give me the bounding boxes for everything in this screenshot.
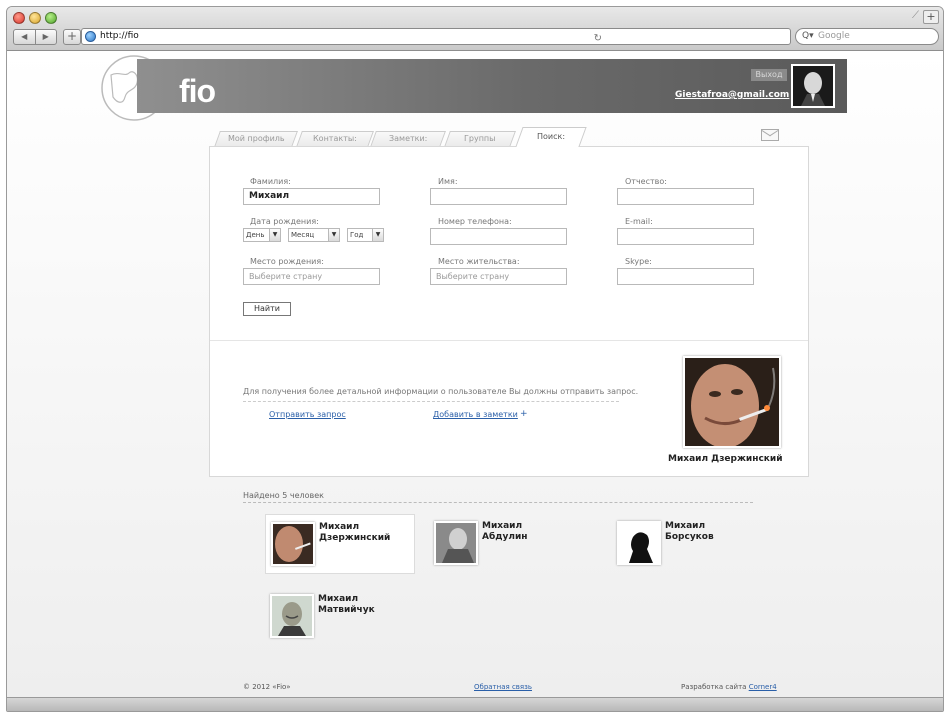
result-name: Михаил Дзержинский <box>319 522 391 543</box>
url-text: http://fio <box>100 31 139 41</box>
site-header: fio Выход Giestafroa@gmail.com <box>137 59 847 113</box>
back-button[interactable]: ◀ <box>14 30 36 44</box>
browser-window: ⟋ + ◀ ▶ + http://fio ↻ Q▾ Google fio Вых… <box>6 6 944 712</box>
avatar-image <box>793 66 833 106</box>
name-input[interactable] <box>430 188 567 205</box>
globe-icon <box>85 31 96 42</box>
page-viewport: fio Выход Giestafroa@gmail.com Мой профи… <box>7 51 943 699</box>
selected-person-name: Михаил Дзержинский <box>668 454 783 464</box>
tab-notes[interactable]: Заметки: <box>370 131 446 147</box>
panel-divider <box>210 340 808 341</box>
search-icon: Q▾ <box>802 31 814 41</box>
close-window-button[interactable] <box>13 12 25 24</box>
chevron-down-icon: ▼ <box>328 229 339 241</box>
zoom-window-button[interactable] <box>45 12 57 24</box>
request-info-text: Для получения более детальной информации… <box>243 387 639 396</box>
birthdate-label: Дата рождения: <box>250 217 319 226</box>
send-request-link[interactable]: Отправить запрос <box>269 410 346 419</box>
browser-titlebar: ⟋ + ◀ ▶ + http://fio ↻ Q▾ Google <box>7 7 943 51</box>
new-tab-button[interactable]: + <box>923 10 939 24</box>
phone-label: Номер телефона: <box>438 217 512 226</box>
copyright-text: © 2012 «Fio» <box>243 683 291 691</box>
forward-button[interactable]: ▶ <box>36 30 57 44</box>
search-field[interactable]: Q▾ Google <box>795 28 939 45</box>
minimize-window-button[interactable] <box>29 12 41 24</box>
plus-icon[interactable]: + <box>520 409 528 419</box>
result-card[interactable]: Михаил Матвийчук <box>265 587 415 647</box>
find-button[interactable]: Найти <box>243 302 291 316</box>
history-buttons: ◀ ▶ <box>13 29 57 45</box>
site-logo[interactable]: fio <box>179 73 216 110</box>
surname-input[interactable]: Михаил <box>243 188 380 205</box>
results-count: Найдено 5 человек <box>243 491 324 500</box>
selected-person-photo <box>683 356 781 448</box>
result-photo <box>270 594 314 638</box>
result-name: Михаил Борсуков <box>665 521 714 542</box>
result-card[interactable]: Михаил Абдулин <box>429 514 579 574</box>
portrait-image <box>685 358 779 446</box>
user-avatar[interactable] <box>791 64 835 108</box>
tab-groups[interactable]: Группы <box>444 131 516 147</box>
developer-credit-label: Разработка сайта <box>681 683 747 691</box>
search-panel: Фамилия: Михаил Имя: Отчество: Дата рожд… <box>209 146 809 477</box>
skype-label: Skype: <box>625 257 652 266</box>
month-select[interactable]: Месяц ▼ <box>288 228 340 242</box>
skype-input[interactable] <box>617 268 754 285</box>
chevron-down-icon: ▼ <box>372 229 383 241</box>
day-select[interactable]: День ▼ <box>243 228 281 242</box>
surname-label: Фамилия: <box>250 177 291 186</box>
result-card[interactable]: Михаил Борсуков <box>612 514 762 574</box>
residence-input[interactable]: Выберите страну <box>430 268 567 285</box>
chevron-down-icon: ▼ <box>269 229 280 241</box>
feedback-link[interactable]: Обратная связь <box>474 683 532 691</box>
result-name: Михаил Абдулин <box>482 521 528 542</box>
results-divider <box>243 502 753 503</box>
add-bookmark-button[interactable]: + <box>63 29 81 45</box>
patronymic-input[interactable] <box>617 188 754 205</box>
user-email-link[interactable]: Giestafroa@gmail.com <box>675 90 789 100</box>
result-photo <box>434 521 478 565</box>
search-placeholder: Google <box>818 31 850 41</box>
mail-icon[interactable] <box>761 129 779 141</box>
email-input[interactable] <box>617 228 754 245</box>
profile-tabs: Мой профиль Контакты: Заметки: Группы По… <box>207 125 787 147</box>
add-to-notes-link[interactable]: Добавить в заметки <box>433 410 518 419</box>
year-select[interactable]: Год ▼ <box>347 228 384 242</box>
address-bar[interactable]: http://fio ↻ <box>81 28 791 45</box>
result-name: Михаил Матвийчук <box>318 594 375 615</box>
birthplace-input[interactable]: Выберите страну <box>243 268 380 285</box>
reload-icon[interactable]: ↻ <box>594 31 602 46</box>
result-photo <box>617 521 661 565</box>
info-divider <box>243 401 619 402</box>
phone-input[interactable] <box>430 228 567 245</box>
developer-credit: Разработка сайта Corner4 <box>681 683 777 691</box>
tab-my-profile[interactable]: Мой профиль <box>214 131 298 147</box>
browser-statusbar <box>7 697 943 711</box>
resize-icon: ⟋ <box>912 10 919 21</box>
birthplace-label: Место рождения: <box>250 257 324 266</box>
tab-search[interactable]: Поиск: <box>515 127 587 147</box>
result-photo <box>271 522 315 566</box>
developer-link[interactable]: Corner4 <box>749 683 777 691</box>
result-card[interactable]: Михаил Дзержинский <box>265 514 415 574</box>
name-label: Имя: <box>438 177 458 186</box>
patronymic-label: Отчество: <box>625 177 667 186</box>
email-label: E-mail: <box>625 217 653 226</box>
residence-label: Место жительства: <box>438 257 520 266</box>
logout-button[interactable]: Выход <box>751 69 787 81</box>
tab-contacts[interactable]: Контакты: <box>296 131 374 147</box>
